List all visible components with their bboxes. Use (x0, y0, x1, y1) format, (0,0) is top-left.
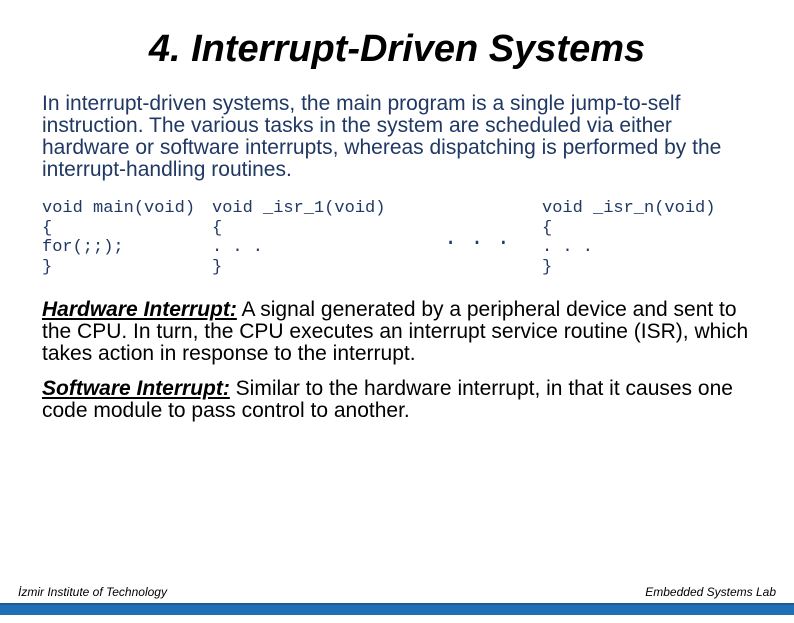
code-row: void main(void) { for(;;); } void _isr_1… (42, 199, 752, 277)
footer-bar (0, 603, 794, 615)
code-isr-1: void _isr_1(void) { . . . } (212, 199, 412, 277)
hardware-interrupt-def: Hardware Interrupt: A signal generated b… (42, 299, 752, 365)
intro-paragraph: In interrupt-driven systems, the main pr… (42, 93, 752, 181)
slide: 4. Interrupt-Driven Systems In interrupt… (0, 28, 794, 623)
slide-title: 4. Interrupt-Driven Systems (0, 28, 794, 71)
footer-top: İzmir Institute of Technology Embedded S… (0, 585, 794, 603)
footer-right: Embedded Systems Lab (645, 585, 776, 599)
software-interrupt-def: Software Interrupt: Similar to the hardw… (42, 378, 752, 422)
hardware-term: Hardware Interrupt: (42, 298, 237, 321)
footer: İzmir Institute of Technology Embedded S… (0, 585, 794, 623)
footer-left: İzmir Institute of Technology (18, 585, 167, 599)
software-term: Software Interrupt: (42, 377, 230, 400)
code-ellipsis: . . . (422, 226, 532, 251)
code-isr-n: void _isr_n(void) { . . . } (542, 199, 742, 277)
code-main: void main(void) { for(;;); } (42, 199, 202, 277)
